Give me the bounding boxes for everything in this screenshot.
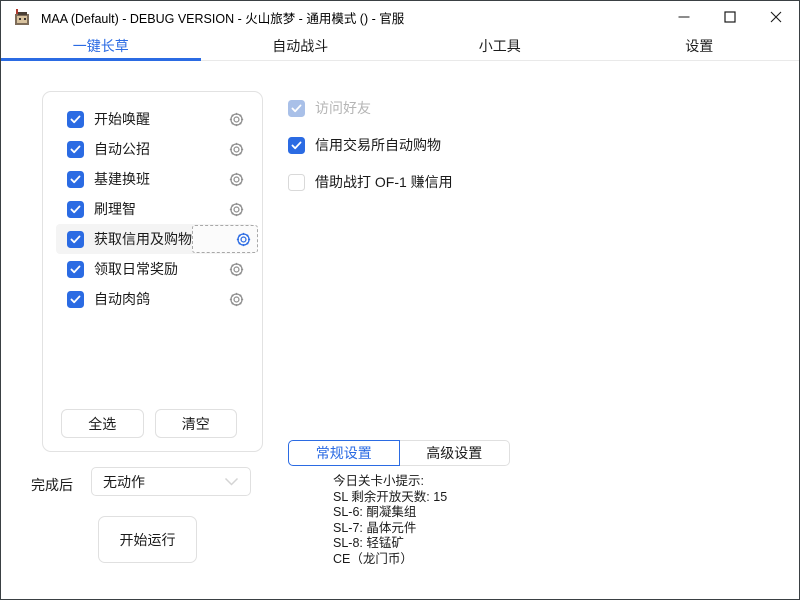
close-button[interactable] [753, 1, 799, 33]
gear-icon[interactable] [222, 285, 250, 313]
credit-options: 访问好友 信用交易所自动购物 借助战打 OF-1 赚信用 [288, 99, 453, 191]
title-bar: MAA (Default) - DEBUG VERSION - 火山旅梦 - 通… [1, 1, 799, 33]
tip-line: SL-8: 轻锰矿 [333, 536, 447, 552]
checkbox-credit-shopping[interactable] [288, 137, 305, 154]
task-row-sanity: 刷理智 [56, 194, 254, 224]
after-finish-value: 无动作 [103, 472, 145, 492]
task-list-panel: 开始唤醒 自动公招 基建换班 刷理智 获取信用及购物 [42, 91, 263, 452]
tab-settings[interactable]: 设置 [600, 33, 800, 60]
task-label: 刷理智 [94, 199, 136, 219]
task-label: 自动公招 [94, 139, 150, 159]
checkbox-of1-credit[interactable] [288, 174, 305, 191]
tip-line: SL-6: 酮凝集组 [333, 505, 447, 521]
checkbox-rewards[interactable] [67, 261, 84, 278]
minimize-icon [678, 11, 690, 23]
gear-icon-active[interactable] [229, 225, 257, 253]
option-label: 信用交易所自动购物 [315, 135, 441, 155]
tip-line: CE（龙门币） [333, 552, 447, 568]
task-row-wakeup: 开始唤醒 [56, 104, 254, 134]
clear-button[interactable]: 清空 [155, 409, 238, 438]
gear-icon[interactable] [222, 105, 250, 133]
option-row-of1-credit: 借助战打 OF-1 赚信用 [288, 173, 453, 191]
start-run-button[interactable]: 开始运行 [98, 516, 197, 563]
minimize-button[interactable] [661, 1, 707, 33]
after-finish-label: 完成后 [31, 475, 73, 495]
chevron-down-icon [224, 477, 239, 486]
task-row-recruit: 自动公招 [56, 134, 254, 164]
task-row-roguelike: 自动肉鸽 [56, 284, 254, 314]
task-row-rewards: 领取日常奖励 [56, 254, 254, 284]
task-label: 基建换班 [94, 169, 150, 189]
tab-general-settings[interactable]: 常规设置 [288, 440, 400, 466]
maa-window: MAA (Default) - DEBUG VERSION - 火山旅梦 - 通… [0, 0, 800, 600]
close-icon [770, 11, 782, 23]
gear-icon[interactable] [222, 165, 250, 193]
task-rows: 开始唤醒 自动公招 基建换班 刷理智 获取信用及购物 [43, 92, 262, 314]
app-icon [12, 7, 32, 27]
option-row-visit-friends: 访问好友 [288, 99, 453, 117]
settings-tab-bar: 常规设置 高级设置 [288, 440, 510, 466]
task-label: 领取日常奖励 [94, 259, 178, 279]
panel-buttons: 全选 清空 [61, 409, 237, 438]
task-row-base: 基建换班 [56, 164, 254, 194]
option-label: 访问好友 [315, 98, 371, 118]
checkbox-wakeup[interactable] [67, 111, 84, 128]
tip-line: SL-7: 晶体元件 [333, 521, 447, 537]
checkbox-visit-friends [288, 100, 305, 117]
gear-icon[interactable] [222, 255, 250, 283]
tab-advanced-settings[interactable]: 高级设置 [400, 440, 511, 466]
checkbox-sanity[interactable] [67, 201, 84, 218]
option-row-credit-shopping: 信用交易所自动购物 [288, 136, 453, 154]
stage-tips: 今日关卡小提示: SL 剩余开放天数: 15 SL-6: 酮凝集组 SL-7: … [333, 474, 447, 568]
maximize-button[interactable] [707, 1, 753, 33]
maximize-icon [724, 11, 736, 23]
gear-icon[interactable] [222, 195, 250, 223]
gear-focus-box [192, 225, 258, 253]
tab-auto-battle[interactable]: 自动战斗 [201, 33, 401, 60]
select-all-button[interactable]: 全选 [61, 409, 144, 438]
gear-icon[interactable] [222, 135, 250, 163]
option-label: 借助战打 OF-1 赚信用 [315, 172, 453, 192]
checkbox-credit[interactable] [67, 231, 84, 248]
task-label: 获取信用及购物 [94, 229, 192, 249]
tab-onekey-farm[interactable]: 一键长草 [1, 33, 201, 60]
task-label: 自动肉鸽 [94, 289, 150, 309]
tip-line: 今日关卡小提示: [333, 474, 447, 490]
tip-line: SL 剩余开放天数: 15 [333, 490, 447, 506]
nav-tab-bar: 一键长草 自动战斗 小工具 设置 [1, 33, 799, 61]
window-controls [661, 1, 799, 33]
checkbox-base[interactable] [67, 171, 84, 188]
window-title: MAA (Default) - DEBUG VERSION - 火山旅梦 - 通… [41, 8, 404, 27]
task-label: 开始唤醒 [94, 109, 150, 129]
tab-small-tools[interactable]: 小工具 [400, 33, 600, 60]
checkbox-recruit[interactable] [67, 141, 84, 158]
checkbox-roguelike[interactable] [67, 291, 84, 308]
task-row-credit: 获取信用及购物 [56, 224, 254, 254]
after-finish-select[interactable]: 无动作 [91, 467, 251, 496]
